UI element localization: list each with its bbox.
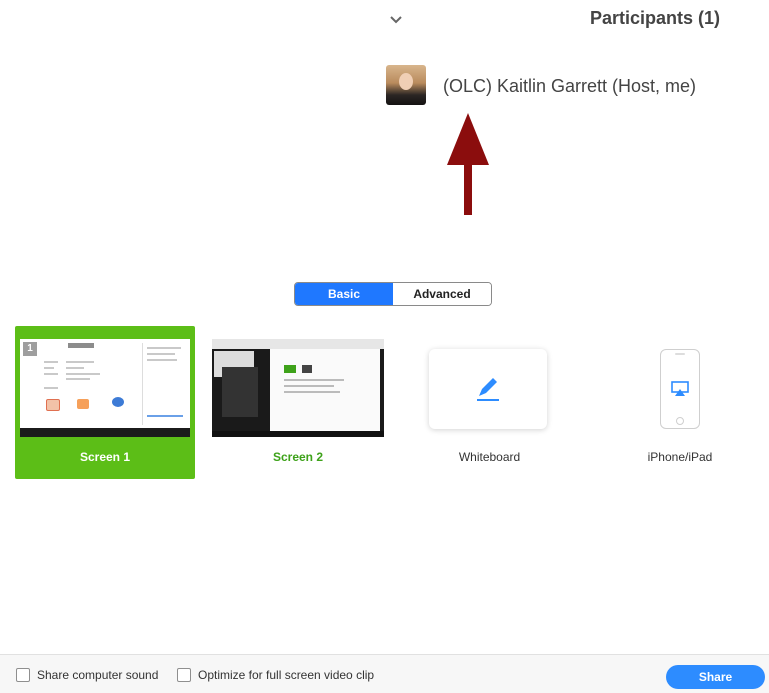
chevron-down-icon[interactable]	[386, 10, 406, 30]
share-source-screen-1[interactable]: 1 Screen 1	[15, 326, 195, 479]
optimize-video-label[interactable]: Optimize for full screen video clip	[198, 668, 374, 682]
iphone-ipad-label: iPhone/iPad	[647, 450, 713, 464]
share-mode-tabs: Basic Advanced	[294, 282, 492, 306]
screen-2-label: Screen 2	[272, 450, 324, 464]
share-source-screen-2[interactable]: Screen 2	[208, 326, 388, 479]
share-computer-sound-checkbox[interactable]	[16, 668, 30, 682]
participant-name[interactable]: (OLC) Kaitlin Garrett (Host, me)	[443, 76, 696, 97]
pencil-icon	[477, 378, 499, 401]
share-dialog-footer: Share computer sound Optimize for full s…	[0, 654, 769, 693]
share-button[interactable]: Share	[666, 665, 765, 689]
tab-advanced[interactable]: Advanced	[393, 283, 491, 305]
share-source-whiteboard[interactable]: Whiteboard	[402, 326, 577, 479]
participants-title: Participants (1)	[589, 8, 720, 28]
up-arrow-icon	[447, 113, 489, 215]
screen-number-badge: 1	[23, 342, 37, 356]
avatar	[386, 65, 426, 105]
share-computer-sound-label[interactable]: Share computer sound	[37, 668, 158, 682]
share-source-iphone-ipad[interactable]: iPhone/iPad	[592, 326, 768, 479]
optimize-video-checkbox[interactable]	[177, 668, 191, 682]
screen-2-thumbnail	[212, 339, 384, 437]
screen-1-thumbnail: 1	[20, 339, 190, 437]
screen-1-label: Screen 1	[79, 450, 131, 464]
whiteboard-label: Whiteboard	[458, 450, 521, 464]
airplay-icon	[671, 381, 689, 396]
tab-basic[interactable]: Basic	[295, 283, 393, 305]
